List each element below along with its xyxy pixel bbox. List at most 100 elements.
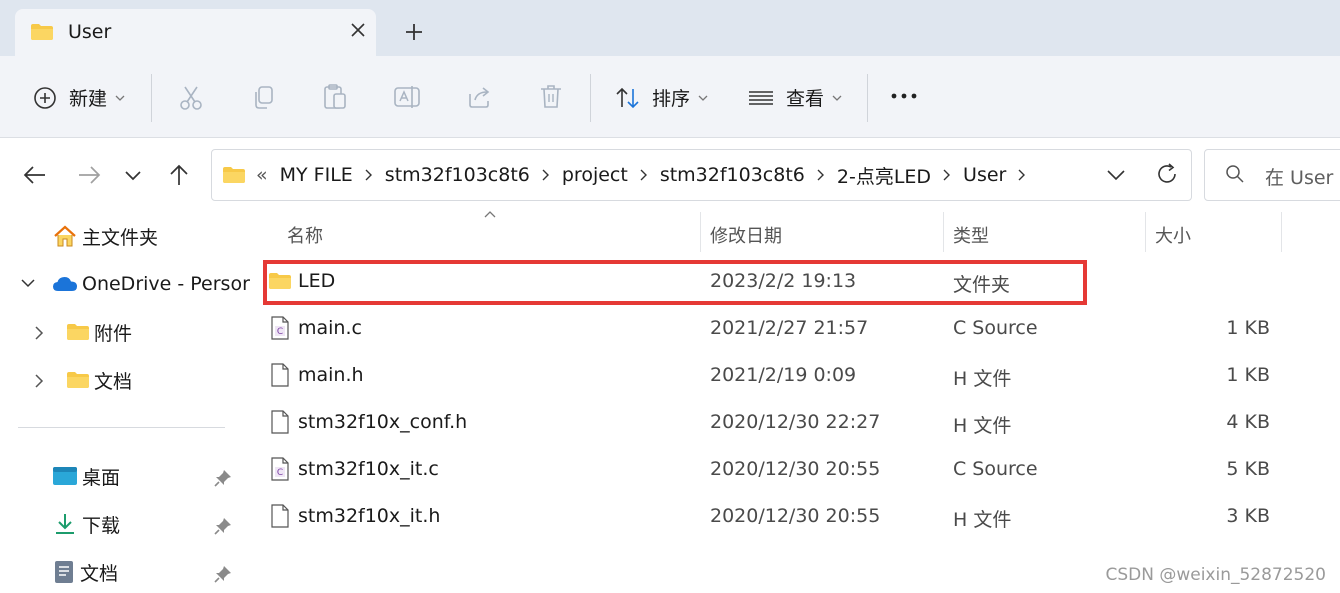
file-row[interactable]: stm32f10x_conf.h 2020/12/30 22:27 H 文件 4… bbox=[260, 400, 1320, 447]
chevron-right-icon[interactable] bbox=[34, 373, 44, 389]
column-header-name[interactable]: 名称 bbox=[287, 222, 323, 248]
pin-icon[interactable] bbox=[214, 565, 232, 583]
breadcrumb-item[interactable]: project bbox=[562, 164, 628, 186]
add-circle-icon bbox=[34, 86, 56, 109]
file-name: stm32f10x_it.c bbox=[298, 458, 439, 480]
forward-arrow-icon[interactable] bbox=[76, 162, 102, 188]
sidebar-item-downloads[interactable]: 下载 bbox=[52, 507, 120, 541]
back-arrow-icon[interactable] bbox=[22, 162, 48, 188]
document-icon bbox=[55, 561, 73, 583]
search-icon bbox=[1226, 165, 1244, 183]
file-type: C Source bbox=[953, 458, 1038, 480]
sidebar-item-documents[interactable]: 文档 bbox=[52, 555, 118, 589]
file-date: 2021/2/19 0:09 bbox=[710, 364, 857, 386]
breadcrumb-item[interactable]: 2-点亮LED bbox=[837, 162, 931, 189]
svg-text:C: C bbox=[277, 327, 283, 337]
column-divider[interactable] bbox=[1281, 212, 1282, 252]
file-type: H 文件 bbox=[953, 509, 1012, 531]
breadcrumb-overflow[interactable]: « bbox=[256, 164, 268, 186]
sidebar-item-desktop[interactable]: 桌面 bbox=[52, 459, 120, 493]
navigation-row: « MY FILE stm32f103c8t6 project stm32f10… bbox=[0, 138, 1340, 212]
copy-icon[interactable] bbox=[251, 85, 275, 111]
chevron-down-icon bbox=[115, 95, 125, 101]
chevron-right-icon[interactable] bbox=[1018, 169, 1026, 181]
file-row[interactable]: C main.c 2021/2/27 21:57 C Source 1 KB bbox=[260, 306, 1320, 353]
file-row[interactable]: main.h 2021/2/19 0:09 H 文件 1 KB bbox=[260, 353, 1320, 400]
chevron-right-icon[interactable] bbox=[943, 169, 951, 181]
c-source-file-icon: C bbox=[271, 316, 289, 340]
recent-locations-chevron-icon[interactable] bbox=[120, 162, 146, 188]
rename-icon[interactable] bbox=[393, 84, 421, 110]
chevron-right-icon[interactable] bbox=[817, 169, 825, 181]
chevron-right-icon[interactable] bbox=[34, 325, 44, 341]
breadcrumb: « MY FILE stm32f103c8t6 project stm32f10… bbox=[222, 150, 1038, 200]
folder-icon bbox=[67, 324, 89, 340]
column-divider[interactable] bbox=[943, 212, 944, 252]
file-row[interactable]: stm32f10x_it.h 2020/12/30 20:55 H 文件 3 K… bbox=[260, 494, 1320, 541]
chevron-down-icon[interactable] bbox=[20, 277, 36, 289]
file-icon bbox=[271, 363, 289, 387]
chevron-right-icon[interactable] bbox=[640, 169, 648, 181]
file-row[interactable]: C stm32f10x_it.c 2020/12/30 20:55 C Sour… bbox=[260, 447, 1320, 494]
sidebar-item-onedrive[interactable]: OneDrive - Persor bbox=[52, 267, 250, 301]
more-options-icon[interactable] bbox=[891, 92, 917, 100]
home-icon bbox=[54, 225, 76, 247]
file-type: H 文件 bbox=[953, 368, 1012, 390]
chevron-right-icon[interactable] bbox=[365, 169, 373, 181]
chevron-right-icon[interactable] bbox=[542, 169, 550, 181]
paste-icon[interactable] bbox=[322, 83, 348, 111]
folder-icon bbox=[223, 167, 245, 183]
column-header-modified[interactable]: 修改日期 bbox=[710, 222, 782, 248]
column-divider[interactable] bbox=[700, 212, 701, 252]
sidebar-item-documents-folder[interactable]: 文档 bbox=[66, 363, 132, 397]
sidebar-divider bbox=[18, 427, 225, 428]
column-header-size[interactable]: 大小 bbox=[1155, 222, 1191, 248]
share-icon[interactable] bbox=[467, 84, 493, 110]
watermark: CSDN @weixin_52872520 bbox=[1105, 565, 1326, 585]
file-type: C Source bbox=[953, 317, 1038, 339]
file-date: 2020/12/30 22:27 bbox=[710, 411, 881, 433]
file-size: 1 KB bbox=[1226, 364, 1270, 386]
pin-icon[interactable] bbox=[214, 517, 232, 535]
address-bar[interactable]: « MY FILE stm32f103c8t6 project stm32f10… bbox=[211, 149, 1192, 201]
download-icon bbox=[56, 514, 74, 534]
breadcrumb-item-current[interactable]: User bbox=[963, 164, 1006, 186]
breadcrumb-item[interactable]: stm32f103c8t6 bbox=[660, 164, 805, 186]
toolbar-divider bbox=[867, 74, 868, 122]
pin-icon[interactable] bbox=[214, 469, 232, 487]
address-history-chevron-icon[interactable] bbox=[1106, 163, 1126, 187]
sort-icon bbox=[616, 87, 639, 108]
search-input[interactable]: 在 User 中 bbox=[1204, 149, 1340, 201]
tab-bar: User bbox=[0, 0, 1340, 56]
add-tab-icon[interactable] bbox=[402, 20, 426, 44]
view-button[interactable]: 查看 bbox=[748, 84, 842, 111]
file-icon bbox=[271, 410, 289, 434]
file-date: 2020/12/30 20:55 bbox=[710, 458, 881, 480]
file-size: 4 KB bbox=[1226, 411, 1270, 433]
column-header-type[interactable]: 类型 bbox=[953, 222, 989, 248]
svg-text:C: C bbox=[277, 468, 283, 478]
sidebar-item-home[interactable]: 主文件夹 bbox=[52, 219, 158, 253]
toolbar-divider bbox=[151, 74, 152, 122]
cloud-icon bbox=[53, 277, 77, 291]
sort-button[interactable]: 排序 bbox=[615, 84, 708, 111]
file-name: stm32f10x_conf.h bbox=[298, 411, 468, 433]
cut-icon[interactable] bbox=[178, 84, 204, 112]
chevron-down-icon bbox=[698, 95, 708, 101]
command-bar: 新建 排序 查看 bbox=[0, 56, 1340, 138]
breadcrumb-item[interactable]: stm32f103c8t6 bbox=[385, 164, 530, 186]
file-type: H 文件 bbox=[953, 415, 1012, 437]
file-size: 5 KB bbox=[1226, 458, 1270, 480]
new-button[interactable]: 新建 bbox=[33, 84, 125, 111]
sidebar-item-attachments[interactable]: 附件 bbox=[66, 315, 132, 349]
delete-icon[interactable] bbox=[539, 84, 563, 110]
column-divider[interactable] bbox=[1145, 212, 1146, 252]
refresh-icon[interactable] bbox=[1155, 162, 1179, 186]
up-arrow-icon[interactable] bbox=[166, 162, 192, 188]
close-icon[interactable] bbox=[347, 19, 369, 41]
chevron-down-icon bbox=[832, 95, 842, 101]
tab-user[interactable]: User bbox=[15, 9, 376, 56]
file-name: main.h bbox=[298, 364, 364, 386]
breadcrumb-item[interactable]: MY FILE bbox=[280, 164, 353, 186]
folder-icon bbox=[67, 372, 89, 388]
